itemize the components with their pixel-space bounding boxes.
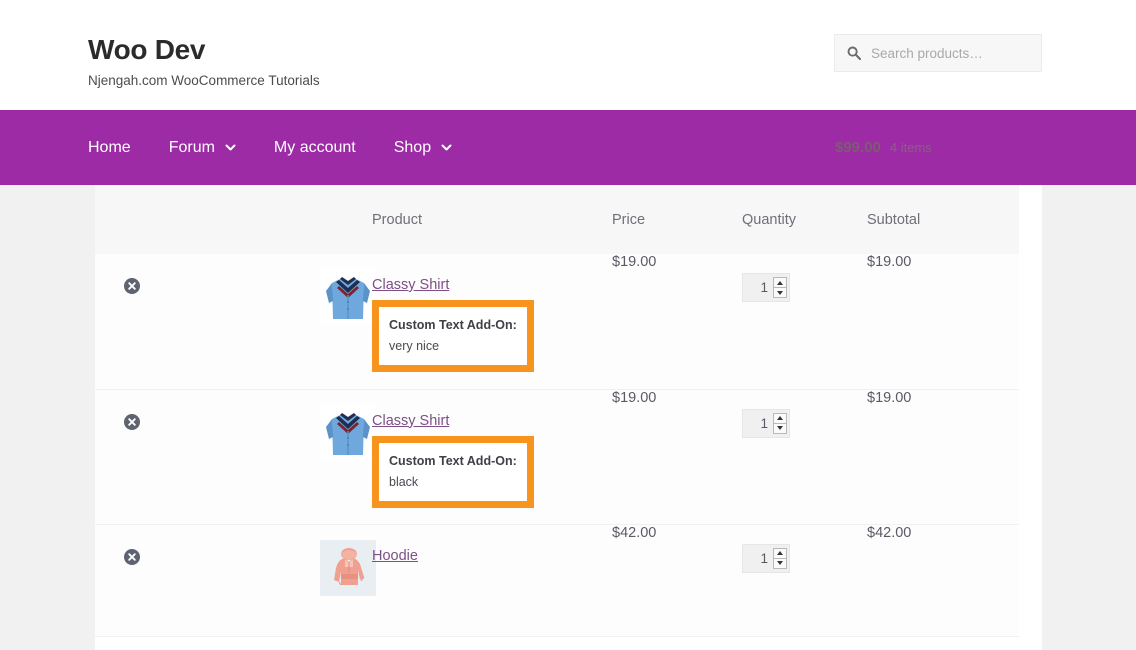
table-row: Classy Shirt Custom Text Add-On: black $… [95, 389, 1019, 524]
cart-summary[interactable]: $99.00 4 items [835, 110, 932, 185]
quantity-value[interactable]: 1 [760, 551, 768, 566]
cell-price: $19.00 [612, 254, 657, 270]
nav-item-shop[interactable]: Shop [375, 139, 471, 157]
addon-value: very nice [389, 339, 440, 353]
cell-subtotal: $42.00 [867, 524, 912, 541]
nav-item-label: My account [273, 138, 356, 156]
site-branding: Woo Dev Njengah.com WooCommerce Tutorial… [88, 33, 320, 89]
quantity-spinner[interactable] [773, 277, 787, 298]
cell-quantity: 1 [742, 254, 867, 389]
cell-thumbnail [167, 524, 376, 636]
cell-product: Classy Shirt Custom Text Add-On: very ni… [372, 254, 612, 389]
cell-subtotal: $19.00 [867, 389, 912, 406]
search-input[interactable] [871, 35, 1029, 71]
header-remove [95, 185, 167, 254]
table-row: Classy Shirt Custom Text Add-On: very ni… [95, 254, 1019, 389]
header-price: Price [612, 211, 646, 228]
product-name-link[interactable]: Classy Shirt [372, 277, 449, 293]
site-title: Woo Dev [88, 34, 206, 65]
cell-price: $19.00 [612, 389, 657, 406]
cell-remove [95, 389, 167, 524]
remove-item-icon[interactable] [124, 278, 140, 294]
chevron-down-icon [441, 142, 452, 153]
cell-remove [95, 254, 167, 389]
product-search-box[interactable] [834, 34, 1042, 72]
product-name-link[interactable]: Hoodie [372, 548, 418, 564]
cart-table-body: Classy Shirt Custom Text Add-On: very ni… [95, 254, 1019, 636]
quantity-stepper[interactable]: 1 [742, 408, 790, 438]
nav-item-label: Home [88, 138, 131, 156]
header-quantity: Quantity [742, 211, 796, 228]
triangle-up-icon [777, 551, 783, 555]
triangle-up-icon [777, 280, 783, 285]
header-thumbnail [167, 185, 372, 254]
quantity-increase-button[interactable] [774, 414, 786, 424]
quantity-stepper[interactable]: 1 [742, 273, 790, 302]
nav-item-my-account[interactable]: My account [255, 139, 375, 157]
table-row: Hoodie $42.00 1 $42.00 [95, 524, 1019, 636]
addon-label: Custom Text Add-On: [389, 453, 517, 468]
product-name-link[interactable]: Classy Shirt [372, 413, 449, 429]
remove-item-icon[interactable] [124, 548, 140, 565]
classy-shirt-thumbnail[interactable] [320, 269, 376, 325]
cell-remove [95, 524, 167, 636]
cart-item-count: 4 items [889, 140, 932, 155]
cell-quantity: 1 [742, 389, 867, 524]
quantity-decrease-button[interactable] [774, 288, 786, 297]
cart-table-head: Product Price Quantity Subtotal [95, 185, 1019, 254]
cart-page-container: Product Price Quantity Subtotal Classy S… [95, 185, 1042, 650]
remove-item-icon[interactable] [124, 413, 140, 430]
addon-value: black [389, 474, 419, 489]
search-icon [847, 46, 861, 60]
cell-quantity: 1 [742, 524, 867, 636]
chevron-down-icon [225, 142, 236, 153]
shop-cart-table: Product Price Quantity Subtotal Classy S… [95, 185, 1019, 637]
quantity-value[interactable]: 1 [760, 416, 768, 431]
cell-thumbnail [167, 254, 376, 389]
cell-product: Classy Shirt Custom Text Add-On: black [372, 389, 612, 524]
quantity-decrease-button[interactable] [774, 559, 786, 568]
addon-label: Custom Text Add-On: [389, 318, 517, 332]
nav-links: Home Forum My account Shop [88, 110, 471, 185]
cell-subtotal: $19.00 [867, 254, 912, 270]
quantity-value[interactable]: 1 [760, 280, 768, 295]
custom-text-addon-highlight: Custom Text Add-On: very nice [372, 300, 534, 372]
cell-price: $42.00 [612, 524, 657, 541]
triangle-down-icon [777, 561, 783, 565]
nav-item-home[interactable]: Home [88, 139, 150, 157]
classy-shirt-thumbnail[interactable] [320, 404, 376, 461]
site-header: Woo Dev Njengah.com WooCommerce Tutorial… [0, 0, 1136, 110]
primary-navigation: Home Forum My account Shop $99.00 4 item… [0, 110, 1136, 263]
quantity-increase-button[interactable] [774, 278, 786, 288]
nav-item-label: Forum [168, 138, 215, 156]
quantity-spinner[interactable] [773, 412, 787, 434]
quantity-decrease-button[interactable] [774, 424, 786, 433]
site-tagline: Njengah.com WooCommerce Tutorials [88, 73, 320, 88]
nav-item-label: Shop [393, 138, 432, 156]
cell-product: Hoodie [372, 524, 612, 636]
triangle-down-icon [777, 426, 783, 430]
triangle-up-icon [777, 416, 783, 420]
cell-thumbnail [167, 389, 376, 524]
custom-text-addon-highlight: Custom Text Add-On: black [372, 435, 534, 508]
header-product: Product [372, 211, 422, 228]
hoodie-thumbnail[interactable] [320, 539, 376, 596]
cart-total-amount: $99.00 [835, 139, 881, 156]
nav-item-forum[interactable]: Forum [150, 139, 255, 157]
quantity-spinner[interactable] [773, 547, 787, 569]
header-subtotal: Subtotal [867, 211, 921, 228]
triangle-down-icon [777, 290, 783, 295]
quantity-stepper[interactable]: 1 [742, 543, 790, 573]
quantity-increase-button[interactable] [774, 549, 786, 559]
cart-table-header-row: Product Price Quantity Subtotal [95, 185, 1019, 254]
